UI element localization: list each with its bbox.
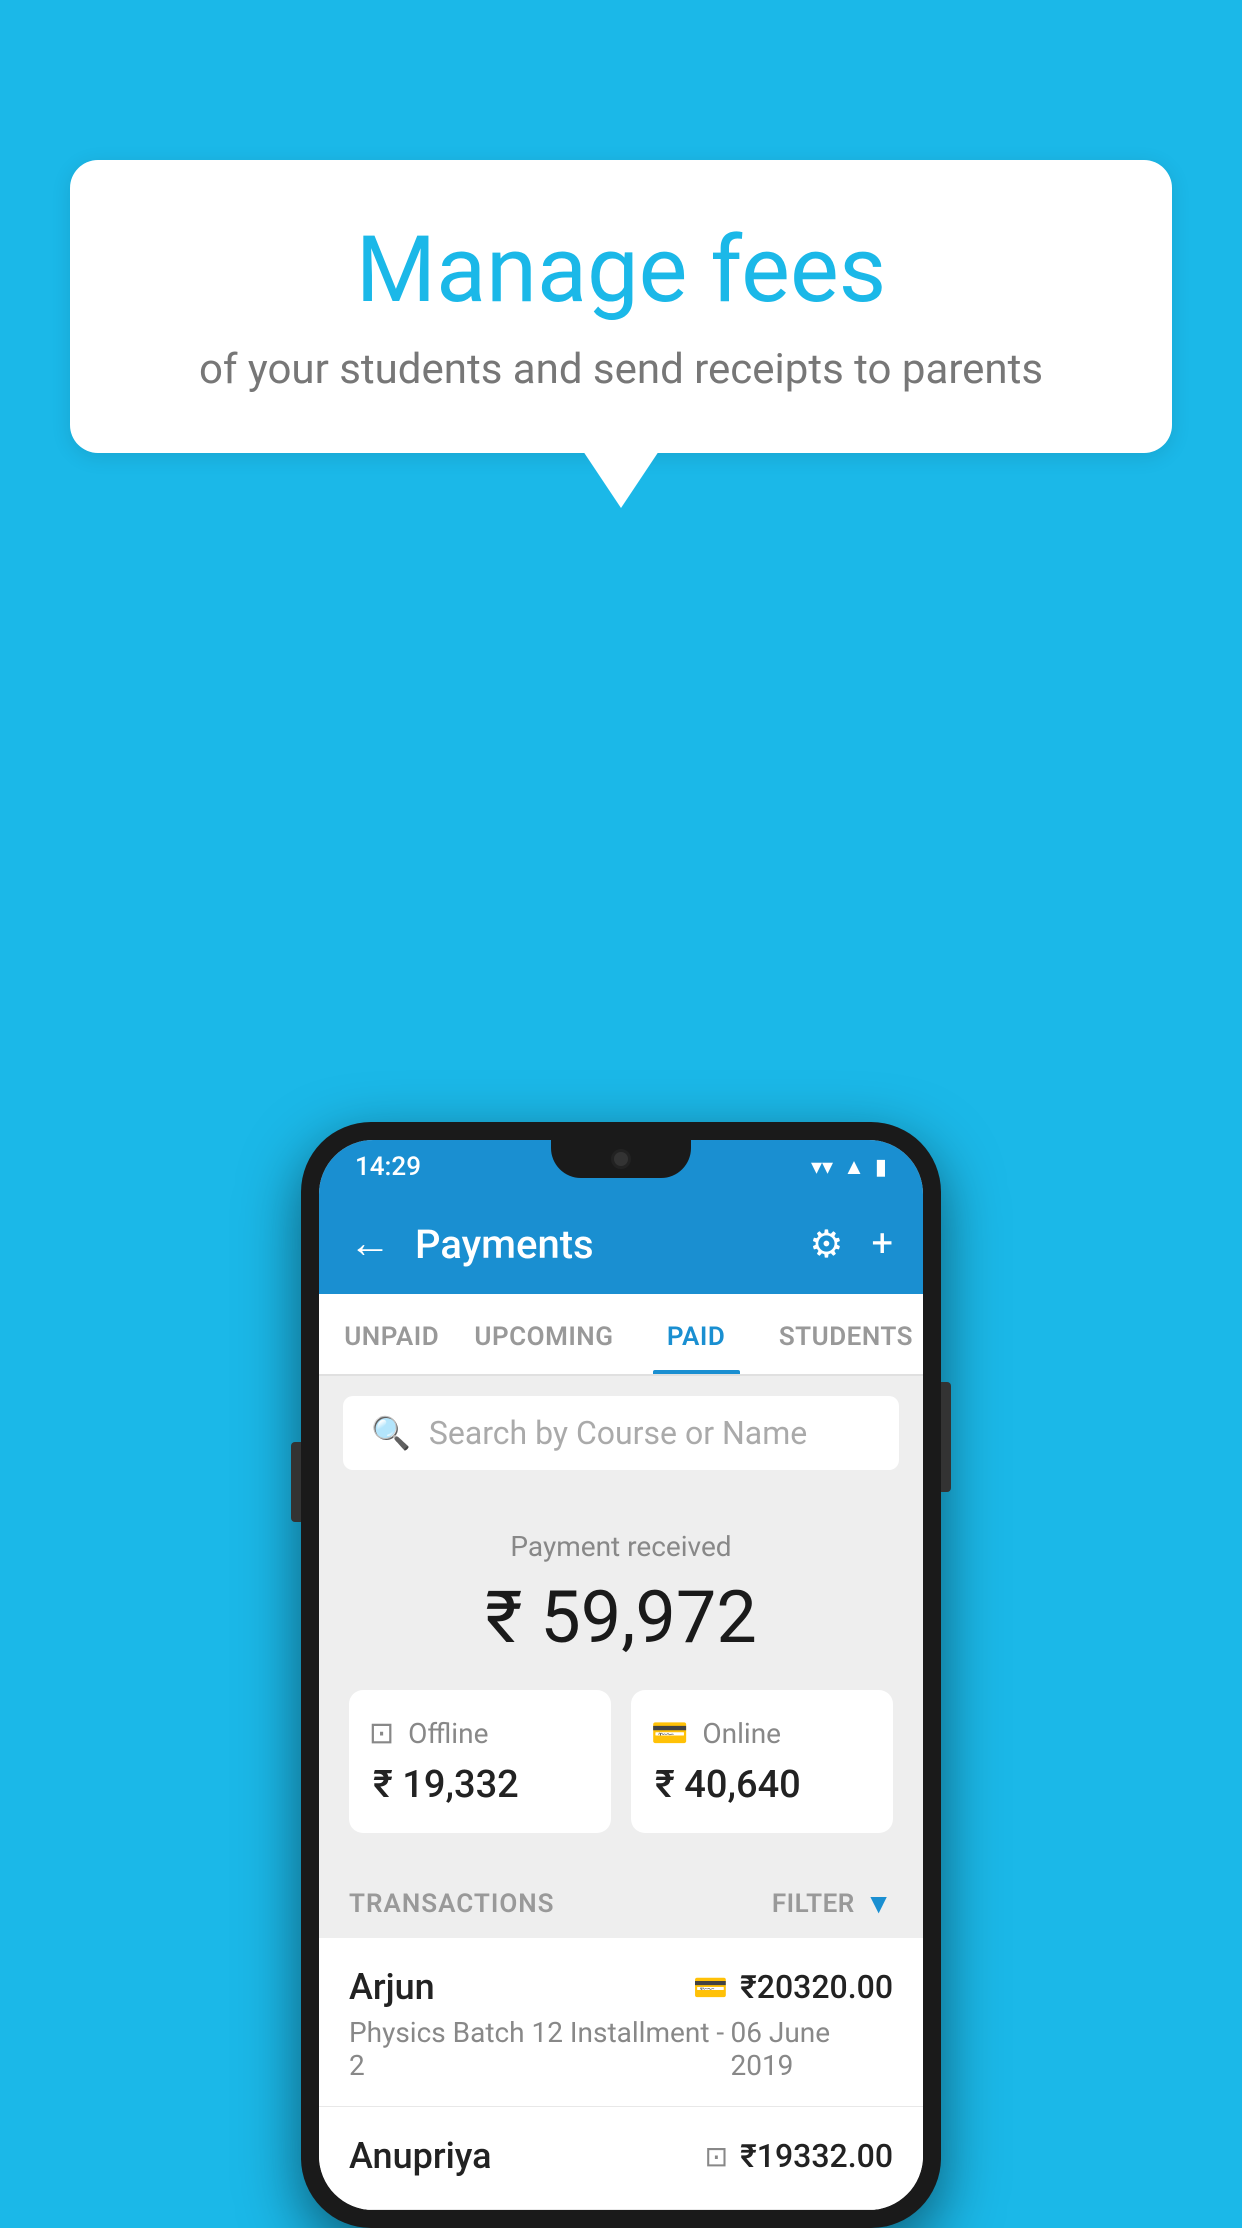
status-time: 14:29 xyxy=(355,1152,421,1182)
payment-received-label: Payment received xyxy=(349,1530,893,1563)
tab-students[interactable]: STUDENTS xyxy=(769,1294,923,1374)
tab-unpaid[interactable]: UNPAID xyxy=(319,1294,464,1374)
offline-label: Offline xyxy=(408,1717,488,1750)
tab-bar: UNPAID UPCOMING PAID STUDENTS xyxy=(319,1294,923,1376)
search-bar[interactable]: 🔍 Search by Course or Name xyxy=(343,1396,899,1470)
offline-amount: ₹ 19,332 xyxy=(369,1763,591,1807)
online-card: 💳 Online ₹ 40,640 xyxy=(631,1690,893,1833)
offline-pay-icon: ⊡ xyxy=(705,2140,728,2173)
tab-upcoming[interactable]: UPCOMING xyxy=(464,1294,623,1374)
transaction-amount-wrap: ⊡ ₹19332.00 xyxy=(705,2137,893,2175)
signal-icon: ▲ xyxy=(843,1154,865,1180)
online-amount: ₹ 40,640 xyxy=(651,1763,873,1807)
transaction-amount-wrap: 💳 ₹20320.00 xyxy=(693,1968,893,2006)
notch xyxy=(551,1140,691,1178)
search-input[interactable]: Search by Course or Name xyxy=(429,1414,807,1452)
transaction-name: Anupriya xyxy=(349,2135,492,2177)
hero-subtitle: of your students and send receipts to pa… xyxy=(150,343,1092,398)
status-bar: 14:29 ▾▾ ▲ ▮ xyxy=(319,1140,923,1194)
transaction-amount: ₹19332.00 xyxy=(740,2137,893,2175)
phone-outer: 14:29 ▾▾ ▲ ▮ ← Payments ⚙ + UNPAID UPC xyxy=(301,1122,941,2228)
wifi-icon: ▾▾ xyxy=(811,1155,833,1180)
phone-screen: 14:29 ▾▾ ▲ ▮ ← Payments ⚙ + UNPAID UPC xyxy=(319,1140,923,2210)
payment-cards: ⊡ Offline ₹ 19,332 💳 Online ₹ 40,640 xyxy=(349,1690,893,1833)
payment-total-amount: ₹ 59,972 xyxy=(349,1575,893,1660)
settings-icon[interactable]: ⚙ xyxy=(809,1222,843,1267)
transaction-course: Physics Batch 12 Installment - 2 xyxy=(349,2016,730,2082)
battery-icon: ▮ xyxy=(875,1155,887,1180)
transaction-name: Arjun xyxy=(349,1966,435,2008)
filter-button[interactable]: FILTER ▼ xyxy=(772,1887,893,1920)
table-row[interactable]: Anupriya ⊡ ₹19332.00 xyxy=(319,2107,923,2210)
search-icon: 🔍 xyxy=(371,1414,411,1452)
add-icon[interactable]: + xyxy=(871,1222,893,1266)
offline-icon: ⊡ xyxy=(369,1716,394,1751)
back-button[interactable]: ← xyxy=(349,1223,391,1265)
filter-label: FILTER xyxy=(772,1889,855,1919)
transactions-label: TRANSACTIONS xyxy=(349,1889,555,1919)
app-bar-actions: ⚙ + xyxy=(809,1222,893,1267)
payment-summary: Payment received ₹ 59,972 ⊡ Offline ₹ 19… xyxy=(319,1490,923,1863)
table-row[interactable]: Arjun 💳 ₹20320.00 Physics Batch 12 Insta… xyxy=(319,1938,923,2107)
status-icons: ▾▾ ▲ ▮ xyxy=(811,1154,887,1180)
transaction-date: 06 June 2019 xyxy=(730,2016,893,2082)
app-bar: ← Payments ⚙ + xyxy=(319,1194,923,1294)
transaction-amount: ₹20320.00 xyxy=(740,1968,893,2006)
online-icon: 💳 xyxy=(651,1716,688,1751)
card-icon: 💳 xyxy=(693,1971,728,2004)
tab-paid[interactable]: PAID xyxy=(623,1294,768,1374)
phone-frame: 14:29 ▾▾ ▲ ▮ ← Payments ⚙ + UNPAID UPC xyxy=(301,1122,941,2228)
camera xyxy=(611,1149,631,1169)
online-label: Online xyxy=(702,1717,781,1750)
hero-title: Manage fees xyxy=(150,220,1092,321)
search-container: 🔍 Search by Course or Name xyxy=(319,1376,923,1490)
filter-icon: ▼ xyxy=(865,1887,893,1920)
page-title: Payments xyxy=(415,1221,785,1268)
offline-card: ⊡ Offline ₹ 19,332 xyxy=(349,1690,611,1833)
hero-card: Manage fees of your students and send re… xyxy=(70,160,1172,453)
transactions-header: TRANSACTIONS FILTER ▼ xyxy=(319,1863,923,1938)
